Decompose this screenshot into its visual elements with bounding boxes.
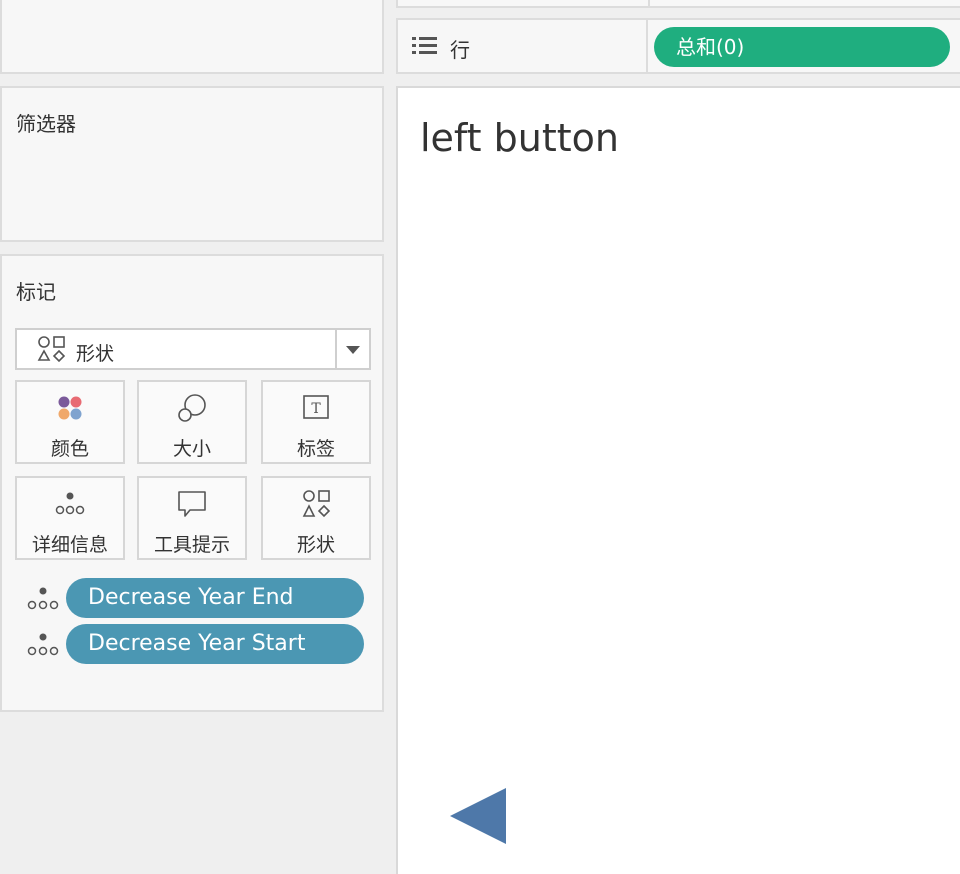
detail-icon [27, 633, 59, 656]
detail-icon [55, 492, 85, 515]
color-card[interactable]: 颜色 [15, 380, 125, 464]
mark-type-label: 形状 [76, 343, 115, 365]
detail-icon [27, 587, 59, 610]
rows-shelf[interactable]: 行 总和(0) [396, 18, 960, 74]
color-icon [58, 396, 82, 420]
pages-panel [0, 0, 384, 74]
size-card-label: 大小 [172, 438, 211, 460]
view-title: left button [420, 116, 619, 160]
decrease-year-end-pill[interactable]: Decrease Year End [66, 578, 364, 618]
sum-zero-pill[interactable]: 总和(0) [654, 27, 950, 67]
size-icon [178, 394, 206, 422]
left-triangle-shape[interactable] [450, 788, 506, 844]
tooltip-icon [178, 491, 206, 517]
shape-icon [37, 336, 66, 363]
label-card-label: 标签 [296, 438, 335, 460]
color-card-label: 颜色 [50, 438, 89, 460]
label-card[interactable]: T 标签 [261, 380, 371, 464]
shelf-divider [648, 0, 650, 8]
view-canvas[interactable]: left button [396, 86, 960, 874]
mark-type-dropdown[interactable]: 形状 [15, 328, 371, 370]
decrease-year-start-pill[interactable]: Decrease Year Start [66, 624, 364, 664]
detail-pill-row[interactable]: Decrease Year Start [26, 624, 366, 664]
label-icon: T [303, 395, 329, 419]
svg-text:T: T [311, 401, 321, 417]
tooltip-card-label: 工具提示 [153, 534, 230, 556]
size-card[interactable]: 大小 [137, 380, 247, 464]
detail-pill-row[interactable]: Decrease Year End [26, 578, 366, 618]
marks-panel: 标记 形状 颜色 大小 T 标签 详细信息 工具提示 形状 Decrease Y… [0, 254, 384, 712]
marks-title: 标记 [16, 280, 56, 304]
rows-label: 行 [450, 38, 470, 62]
detail-card[interactable]: 详细信息 [15, 476, 125, 560]
chevron-down-icon[interactable] [346, 346, 360, 354]
tableau-workspace: 筛选器 标记 形状 颜色 大小 T 标签 详细信息 工具提示 形状 Decrea… [0, 0, 960, 874]
shape-card-label: 形状 [296, 534, 335, 556]
filters-title: 筛选器 [16, 112, 76, 136]
columns-shelf[interactable] [396, 0, 960, 8]
tooltip-card[interactable]: 工具提示 [137, 476, 247, 560]
rows-icon [412, 37, 437, 54]
detail-card-label: 详细信息 [31, 534, 108, 556]
shape-icon [302, 490, 331, 518]
shape-card[interactable]: 形状 [261, 476, 371, 560]
shelf-divider [646, 20, 648, 72]
filters-panel[interactable]: 筛选器 [0, 86, 384, 242]
dropdown-divider [335, 330, 337, 368]
